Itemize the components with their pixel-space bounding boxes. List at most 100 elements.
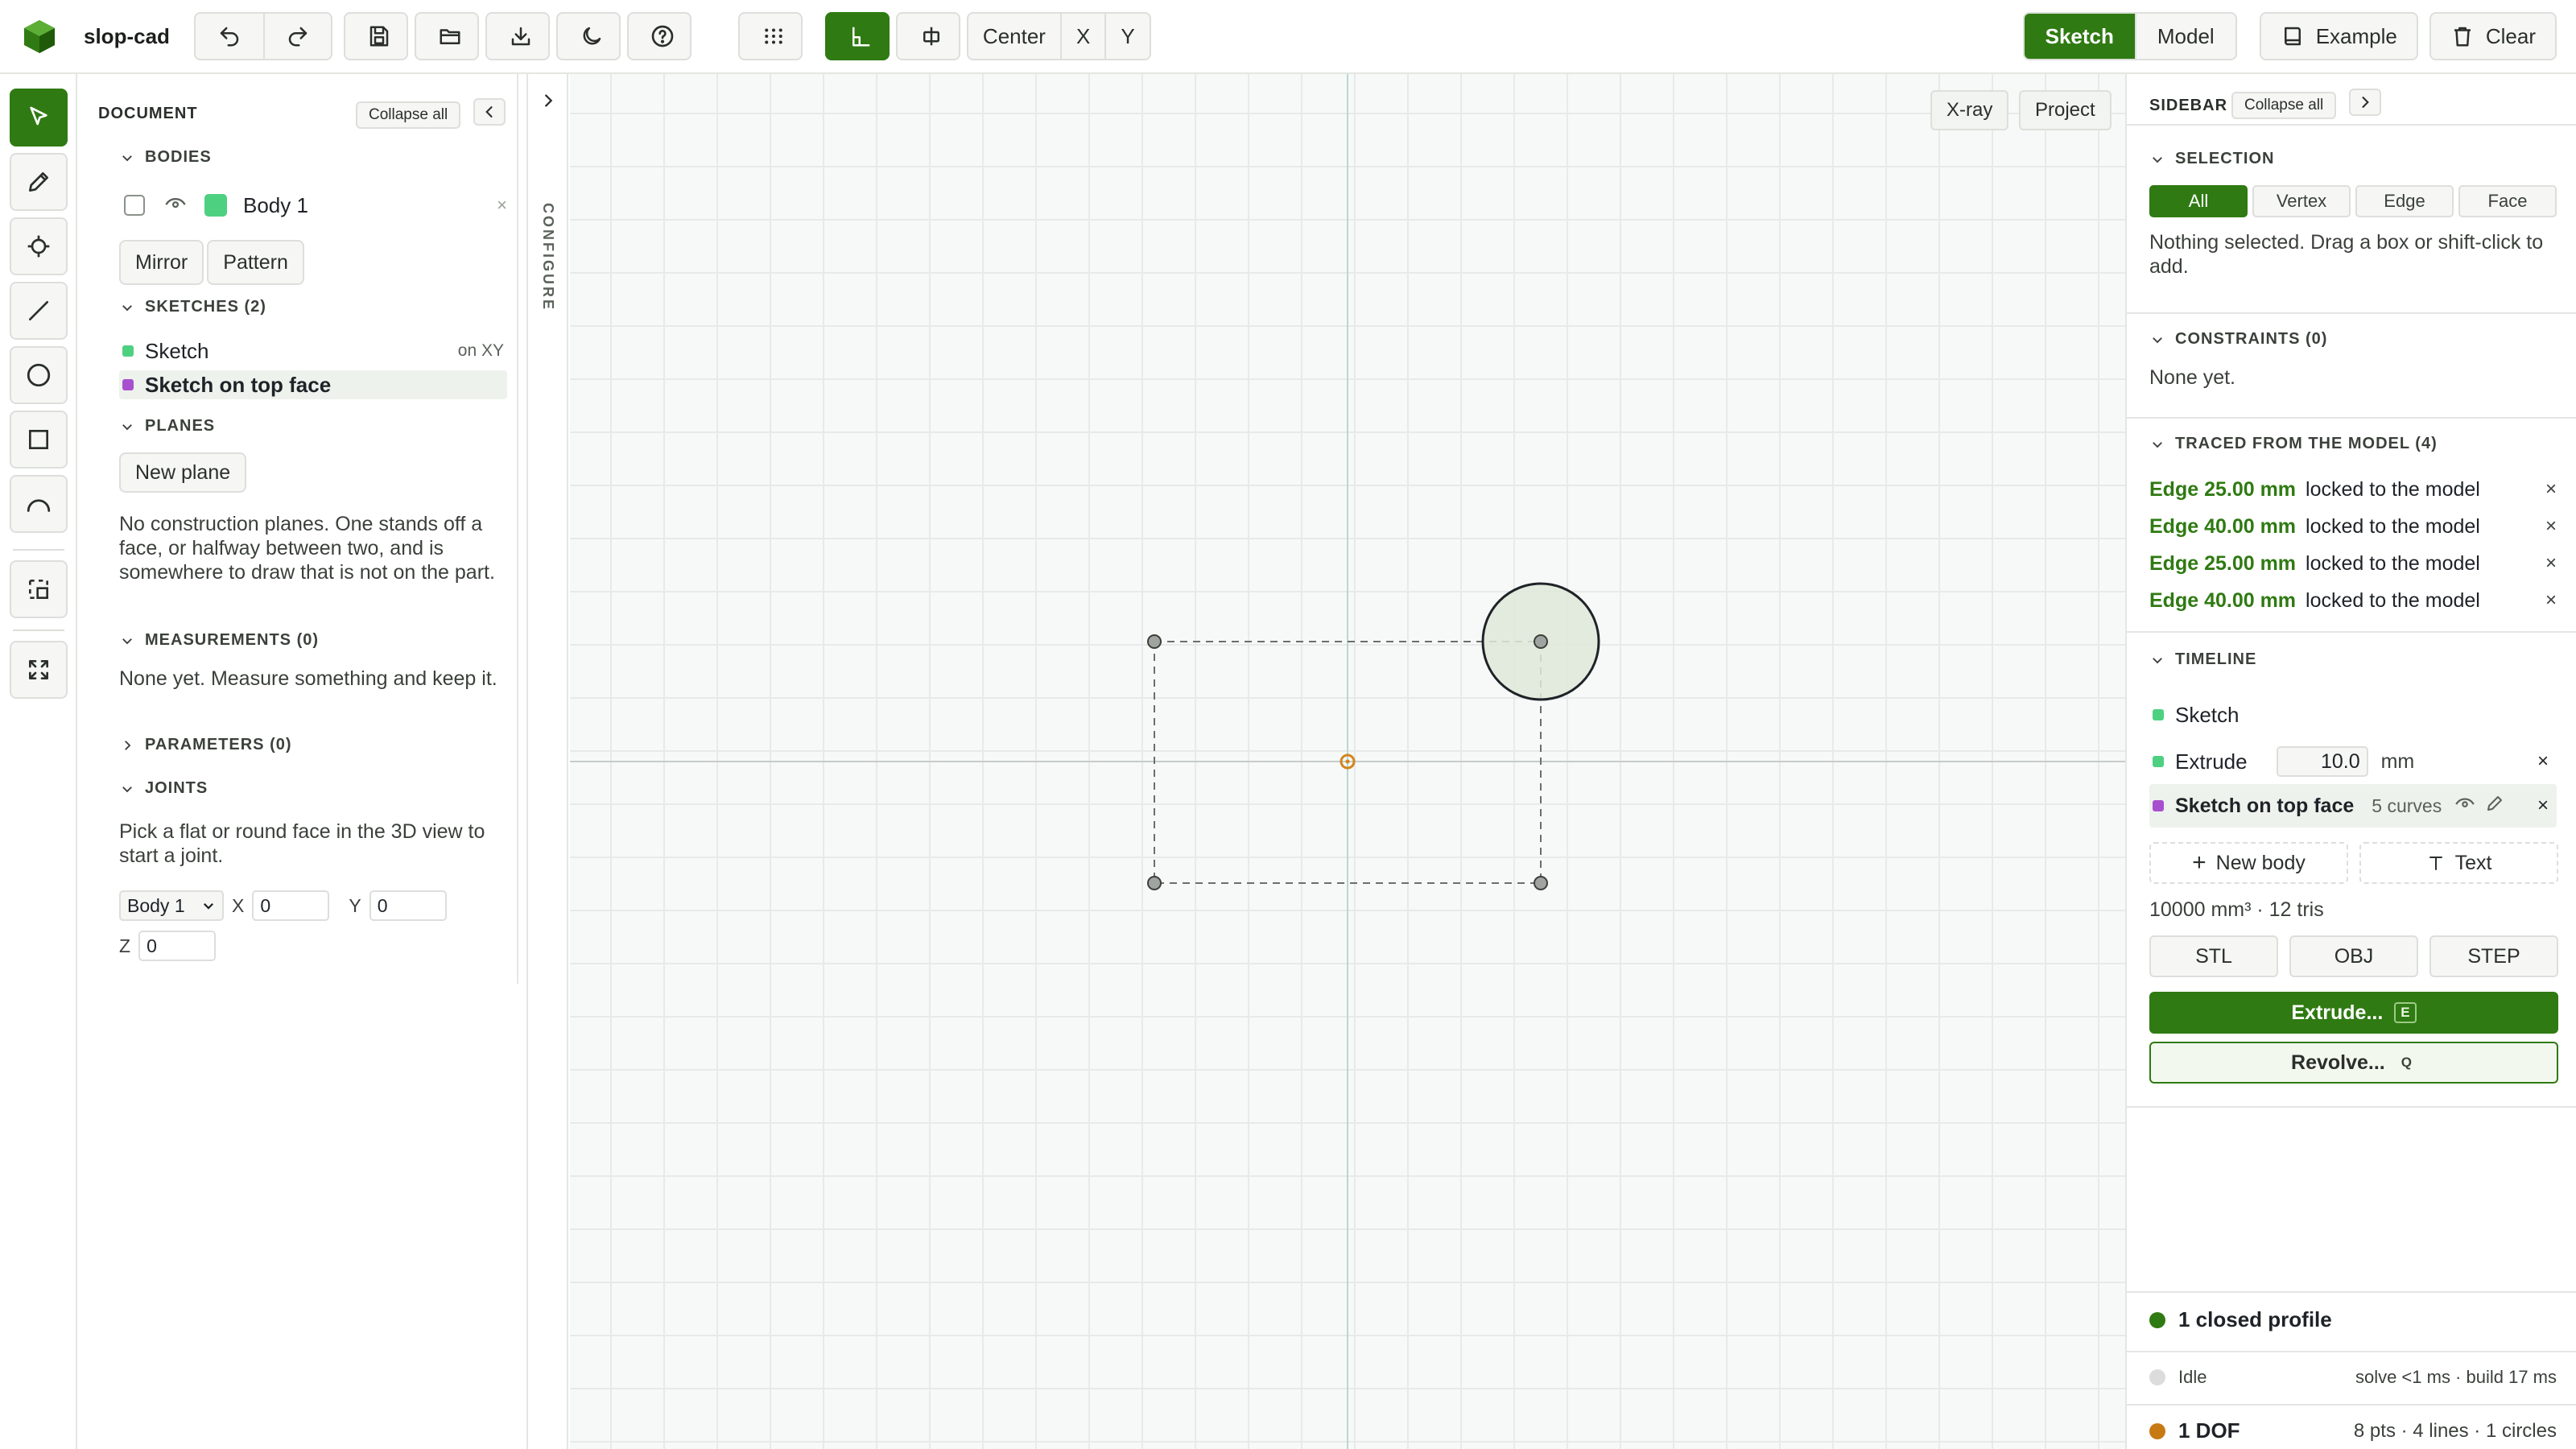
traced-edge[interactable]: Edge 40.00 mm <box>2149 589 2296 613</box>
traced-edge[interactable]: Edge 40.00 mm <box>2149 515 2296 539</box>
traced-row[interactable]: Edge 25.00 mm locked to the model × <box>2149 473 2557 506</box>
traced-edge[interactable]: Edge 25.00 mm <box>2149 478 2296 502</box>
align-y-button[interactable]: Y <box>1104 14 1149 59</box>
sketch-viewport[interactable]: X-ray Project <box>570 74 2125 1449</box>
text-button[interactable]: Text <box>2359 842 2558 884</box>
edit-icon[interactable] <box>2485 794 2504 819</box>
remove-extrude-icon[interactable]: × <box>2537 750 2549 773</box>
revolve-label: Revolve... <box>2291 1051 2385 1074</box>
eye-icon[interactable] <box>2454 793 2475 819</box>
sidebar-collapse-all-button[interactable]: Collapse all <box>2231 92 2337 119</box>
joint-z-input[interactable]: 0 <box>138 931 217 961</box>
timeline-item-top-sketch[interactable]: Sketch on top face 5 curves × <box>2149 784 2557 828</box>
sketch-vertex[interactable] <box>1534 876 1548 890</box>
sketch-vertex[interactable] <box>1147 876 1162 890</box>
fit-view-button[interactable] <box>10 641 68 699</box>
measurements-section-header[interactable]: MEASUREMENTS (0) <box>119 631 319 650</box>
traced-edge[interactable]: Edge 25.00 mm <box>2149 552 2296 576</box>
joint-body-value: Body 1 <box>127 894 185 916</box>
constraints-section-header[interactable]: CONSTRAINTS (0) <box>2149 330 2327 349</box>
joint-x-input[interactable]: 0 <box>252 890 330 921</box>
chevron-down-icon <box>2149 151 2165 167</box>
remove-body-icon[interactable]: × <box>497 195 507 216</box>
sketch-vertex[interactable] <box>1147 634 1162 649</box>
selection-mode-all[interactable]: All <box>2149 185 2248 217</box>
grid-toggle-button[interactable] <box>737 12 803 60</box>
timeline-item-label: Sketch on top face <box>2175 794 2355 817</box>
body-checkbox[interactable] <box>124 195 145 216</box>
rectangle-tool-button[interactable] <box>10 411 68 469</box>
configure-strip[interactable]: CONFIGURE <box>528 74 568 1449</box>
project-button[interactable]: Project <box>2019 90 2112 130</box>
box-select-tool-button[interactable] <box>10 560 68 618</box>
clear-button[interactable]: Clear <box>2429 12 2557 60</box>
traced-row[interactable]: Edge 40.00 mm locked to the model × <box>2149 510 2557 543</box>
remove-traced-icon[interactable]: × <box>2545 552 2557 575</box>
open-button[interactable] <box>414 12 479 60</box>
redo-button[interactable] <box>262 14 331 59</box>
line-icon <box>29 301 48 320</box>
traced-section-header[interactable]: TRACED FROM THE MODEL (4) <box>2149 435 2438 453</box>
sidebar-expand-button[interactable] <box>2349 89 2381 116</box>
new-plane-button[interactable]: New plane <box>119 452 247 493</box>
collapse-panel-button[interactable] <box>473 98 506 126</box>
model-mode-button[interactable]: Model <box>2134 14 2235 59</box>
align-x-button[interactable]: X <box>1059 14 1104 59</box>
extrude-distance-input[interactable]: 10.0 <box>2276 746 2368 777</box>
selection-mode-face[interactable]: Face <box>2458 185 2557 217</box>
remove-traced-icon[interactable]: × <box>2545 515 2557 538</box>
sketch-item[interactable]: Sketch on XY <box>119 336 507 365</box>
example-button[interactable]: Example <box>2259 12 2418 60</box>
undo-button[interactable] <box>196 14 263 59</box>
sketch-item-selected[interactable]: Sketch on top face <box>119 370 507 399</box>
export-obj-button[interactable]: OBJ <box>2289 935 2418 977</box>
download-button[interactable] <box>485 12 550 60</box>
extrude-button[interactable]: Extrude... E <box>2149 992 2558 1034</box>
selection-mode-edge[interactable]: Edge <box>2355 185 2454 217</box>
selection-mode-vertex[interactable]: Vertex <box>2252 185 2351 217</box>
sketch-canvas[interactable] <box>570 74 2125 1449</box>
parameters-section-header[interactable]: PARAMETERS (0) <box>119 736 292 754</box>
joint-y-input[interactable]: 0 <box>369 890 447 921</box>
collapse-all-button[interactable]: Collapse all <box>356 101 461 129</box>
theme-toggle-button[interactable] <box>555 12 621 60</box>
sketch-vertex[interactable] <box>1534 634 1548 649</box>
eye-icon[interactable] <box>164 192 187 219</box>
export-step-button[interactable]: STEP <box>2429 935 2558 977</box>
body-row[interactable]: Body 1 × <box>121 187 507 224</box>
arc-tool-button[interactable] <box>10 475 68 533</box>
timeline-item-sketch[interactable]: Sketch <box>2149 696 2557 734</box>
selection-section-header[interactable]: SELECTION <box>2149 150 2274 168</box>
timeline-item-extrude[interactable]: Extrude 10.0 mm × <box>2149 742 2557 781</box>
snap-center-button[interactable] <box>895 12 960 60</box>
circle-tool-button[interactable] <box>10 346 68 404</box>
help-button[interactable] <box>626 12 691 60</box>
pattern-button[interactable]: Pattern <box>207 240 304 285</box>
remove-traced-icon[interactable]: × <box>2545 478 2557 501</box>
revolve-button[interactable]: Revolve... Q <box>2149 1042 2558 1084</box>
sketches-section-header[interactable]: SKETCHES (2) <box>119 298 266 316</box>
bodies-section-header[interactable]: BODIES <box>119 148 212 167</box>
joints-section-header[interactable]: JOINTS <box>119 779 208 798</box>
snap-angle-button[interactable] <box>824 12 890 60</box>
select-tool-button[interactable] <box>10 89 68 147</box>
body-color-swatch[interactable] <box>204 194 227 217</box>
traced-row[interactable]: Edge 25.00 mm locked to the model × <box>2149 547 2557 580</box>
xray-button[interactable]: X-ray <box>1930 90 2009 130</box>
traced-row[interactable]: Edge 40.00 mm locked to the model × <box>2149 584 2557 617</box>
sketch-mode-button[interactable]: Sketch <box>2024 14 2135 59</box>
pencil-tool-button[interactable] <box>10 153 68 211</box>
save-button[interactable] <box>343 12 408 60</box>
timeline-section-header[interactable]: TIMELINE <box>2149 650 2256 669</box>
center-button[interactable]: Center <box>968 14 1060 59</box>
line-tool-button[interactable] <box>10 282 68 340</box>
chevron-right-icon[interactable] <box>539 92 557 109</box>
mirror-button[interactable]: Mirror <box>119 240 204 285</box>
remove-traced-icon[interactable]: × <box>2545 589 2557 612</box>
point-tool-button[interactable] <box>10 217 68 275</box>
export-stl-button[interactable]: STL <box>2149 935 2278 977</box>
planes-section-header[interactable]: PLANES <box>119 417 215 436</box>
remove-sketch-icon[interactable]: × <box>2537 795 2549 817</box>
new-body-button[interactable]: + New body <box>2149 842 2348 884</box>
joint-body-select[interactable]: Body 1 <box>119 890 224 921</box>
